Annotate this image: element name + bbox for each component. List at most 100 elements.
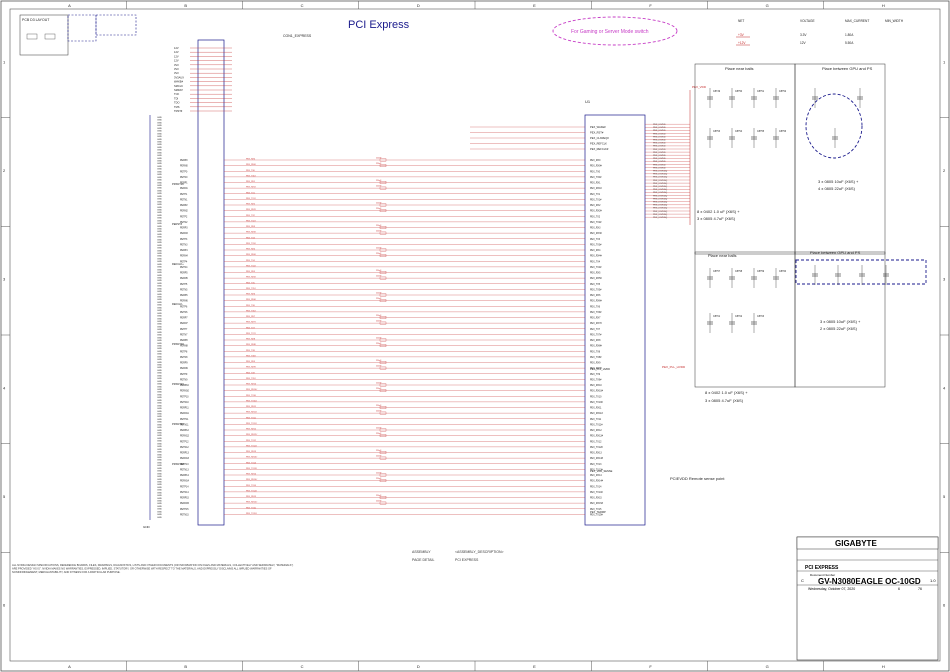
gpu-lane-pin: PEX_TX5: [590, 284, 601, 286]
gnd-pin: GND: [157, 326, 162, 328]
gpu-lane-pin: PEX_RX1: [590, 183, 601, 185]
connector-lane-pin: PERP11: [180, 408, 189, 410]
connector-lane-pin: PERN5: [180, 278, 188, 280]
border-col-label: H: [882, 3, 885, 8]
lane-net-label: PEX_TX0#: [246, 175, 257, 177]
connector-lane-pin: PETP4: [180, 261, 188, 263]
lane-net-label: PEX_RX8: [246, 339, 256, 341]
ac-cap-value: 220nF: [376, 321, 382, 323]
gnd-pin: GND: [157, 174, 162, 176]
ac-cap-value: 220nF: [376, 247, 382, 249]
gnd-pin: GND: [157, 511, 162, 513]
connector-lane-pin: PERN8: [180, 346, 188, 348]
gnd-pin: GND: [157, 180, 162, 182]
gpu-pll-pin: PEX_PLL_HVDD: [590, 367, 610, 371]
lane-net-label: PEX_TX11#: [246, 423, 258, 425]
gnd-pin: GND: [157, 275, 162, 277]
gnd-pin: GND: [157, 223, 162, 225]
connector-pin-label: TRST#: [174, 109, 183, 113]
gnd-pin: GND: [157, 354, 162, 356]
sheet-number: 6: [898, 587, 900, 591]
assembly-desc: <ASSEMBLY_DESCRIPTION>: [455, 550, 504, 554]
gnd-pin: GND: [157, 416, 162, 418]
connector-lane-pin: PERN7: [180, 323, 188, 325]
net-table-cell: +12V: [738, 41, 746, 45]
lane-net-label: PEX_TX13#: [246, 468, 258, 470]
connector-pin-label: SMCLK: [174, 84, 183, 88]
gpu-lane-pin: PEX_RX3: [590, 228, 601, 230]
connector-lane-pin: PERP10: [180, 385, 190, 387]
gnd-pin: GND: [157, 150, 162, 152]
gnd-pin: GND: [157, 457, 162, 459]
gpu-lane-pin: PEX_TX1#: [590, 199, 602, 201]
gnd-pin: GND: [157, 305, 162, 307]
ac-cap-value: 220nF: [376, 253, 382, 255]
lane-net-label: PEX_RX6: [246, 294, 256, 296]
lane-net-label: PEX_RX10#: [246, 389, 258, 391]
gnd-label: GND: [143, 525, 151, 529]
ac-cap-value: 220nF: [376, 186, 382, 188]
ac-cap-value: 220nF: [376, 501, 382, 503]
border-col-label: E: [533, 3, 536, 8]
connector-lane-pin: PETP12: [180, 441, 189, 443]
gnd-pin: GND: [157, 264, 162, 266]
gnd-pin: GND: [157, 133, 162, 135]
border-col-label: G: [766, 3, 769, 8]
gnd-pin: GND: [157, 147, 162, 149]
gnd-pin: GND: [157, 245, 162, 247]
sheet-of: 76: [918, 587, 922, 591]
gpu-lane-pin: PEX_TX11#: [590, 424, 603, 426]
connector-lane-pin: PERN12: [180, 436, 190, 438]
connector-lane-pin: PETP1: [180, 194, 188, 196]
gnd-pin: GND: [157, 452, 162, 454]
gnd-pin: GND: [157, 302, 162, 304]
cap-refdes: C8758: [735, 270, 743, 273]
lane-net-label: PEX_RX2: [246, 204, 256, 206]
gnd-pin: GND: [157, 465, 162, 467]
connector-lane-pin: PETN7: [180, 334, 188, 336]
disclaimer-line: ALL NVIDIA DESIGN SPECIFICATIONS, REFERE…: [12, 563, 293, 567]
border-row-label: 4: [3, 385, 6, 390]
connector-lane-pin: PERP1: [180, 183, 188, 185]
net-table-cell: +3V: [738, 33, 745, 37]
cap-refdes: C8762: [735, 315, 743, 318]
connector-lane-pin: PERP5: [180, 273, 188, 275]
gnd-pin: GND: [157, 237, 162, 239]
cap-refdes: C8752: [779, 90, 787, 93]
lane-net-label: PEX_RX9: [246, 361, 256, 363]
gnd-pin: GND: [157, 144, 162, 146]
gnd-pin: GND: [157, 321, 162, 323]
lane-net-label: PEX_TX5#: [246, 288, 257, 290]
ac-cap-value: 220nF: [376, 382, 382, 384]
ac-cap-value: 220nF: [376, 427, 382, 429]
lane-net-label: PEX_RX9#: [246, 367, 257, 369]
gpu-lane-pin: PEX_TX7#: [590, 334, 602, 336]
connector-lane-pin: PERN3: [180, 233, 188, 235]
border-row-label: 2: [3, 168, 6, 173]
connector-lane-pin: PERP7: [180, 318, 188, 320]
gpu-lane-pin: PEX_RX14#: [590, 481, 604, 483]
gnd-pin: GND: [157, 128, 162, 130]
decap-region-top: Place near balls Place between GPU and P…: [694, 63, 886, 255]
gnd-pin: GND: [157, 424, 162, 426]
gpu-lane-pin: PEX_TX9#: [590, 379, 602, 381]
lane-net-label: PEX_RX2#: [246, 209, 257, 211]
connector-lane-pin: PETP9: [180, 374, 188, 376]
gpu-lane-pin: PEX_RX2#: [590, 211, 602, 213]
gnd-pin: GND: [157, 117, 162, 119]
connector-lane-pin: PERN2: [180, 211, 188, 213]
gpu-top-pin: PEX_RST#: [590, 131, 604, 135]
cap-note-3: 8 x 0402 1.0 uF (X6S) +: [697, 209, 740, 214]
ac-cap-value: 220nF: [376, 225, 382, 227]
connector-lane-pin: PERP2: [180, 205, 188, 207]
ac-cap-value: 220nF: [376, 276, 382, 278]
lane-net-label: PEX_RX12#: [246, 434, 258, 436]
border-col-label: A: [68, 3, 71, 8]
gnd-pin: GND: [157, 365, 162, 367]
gnd-pin: GND: [157, 122, 162, 124]
pex-vdd-label: PEX_VDD: [692, 85, 707, 89]
gpu-lane-pin: PEX_TX15#: [590, 514, 603, 516]
gpu-lane-pin: PEX_TX12: [590, 441, 602, 443]
border-col-label: E: [533, 664, 536, 669]
gnd-pin: GND: [157, 397, 162, 399]
